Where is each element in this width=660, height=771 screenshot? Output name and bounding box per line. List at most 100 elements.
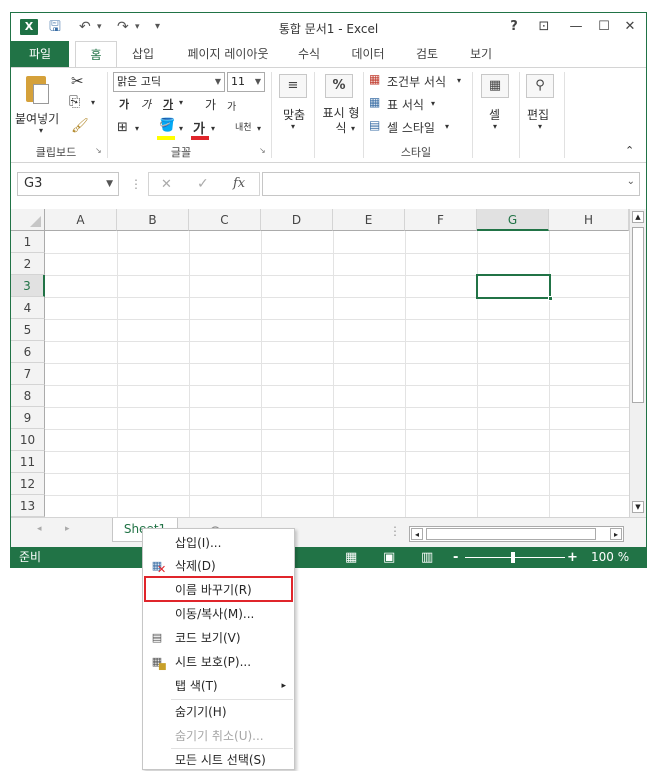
column-header-a[interactable]: A	[45, 209, 117, 231]
phonetic-button[interactable]: 내천	[235, 120, 252, 133]
alignment-button[interactable]: 맞춤	[283, 106, 305, 123]
row-header-6[interactable]: 6	[11, 341, 45, 363]
italic-button[interactable]: 가	[141, 96, 151, 112]
alignment-dropdown-icon[interactable]: ▾	[291, 122, 295, 131]
grow-font-button[interactable]: 가	[205, 96, 216, 113]
cells-dropdown-icon[interactable]: ▾	[493, 122, 497, 131]
fill-handle[interactable]	[548, 296, 553, 301]
cells-button[interactable]: 셀	[489, 106, 500, 123]
fill-color-dropdown-icon[interactable]: ▾	[179, 124, 183, 133]
horizontal-scrollbar[interactable]: ◂ ▸	[409, 526, 624, 542]
horizontal-scroll-thumb[interactable]	[426, 528, 596, 540]
bold-button[interactable]: 가	[119, 96, 129, 112]
tab-view[interactable]: 보기	[461, 41, 501, 67]
cut-icon[interactable]: ✂	[71, 72, 84, 90]
scroll-right-icon[interactable]: ▸	[610, 528, 622, 540]
font-color-button[interactable]: 가	[193, 118, 205, 137]
row-header-9[interactable]: 9	[11, 407, 45, 429]
font-name-combo[interactable]: 맑은 고딕 ▼	[113, 72, 225, 92]
underline-dropdown-icon[interactable]: ▾	[179, 98, 183, 107]
enter-icon[interactable]: ✓	[197, 176, 209, 192]
font-color-dropdown-icon[interactable]: ▾	[211, 124, 215, 133]
number-format-icon[interactable]: %	[325, 74, 353, 98]
zoom-in-icon[interactable]: +	[567, 547, 578, 567]
cell-styles-dropdown-icon[interactable]: ▾	[445, 122, 449, 131]
conditional-formatting-icon[interactable]: ▦	[369, 72, 380, 86]
row-header-7[interactable]: 7	[11, 363, 45, 385]
normal-view-icon[interactable]: ▦	[345, 547, 357, 567]
alignment-icon[interactable]: ≡	[279, 74, 307, 98]
previous-sheet-icon[interactable]: ◂	[37, 524, 42, 534]
zoom-slider-thumb[interactable]	[511, 552, 515, 563]
menu-item-view-code[interactable]: ▤ 코드 보기(V)	[143, 627, 294, 649]
conditional-formatting-button[interactable]: 조건부 서식	[387, 73, 446, 90]
number-format-button[interactable]: 표시 형식	[319, 106, 363, 136]
collapse-ribbon-icon[interactable]: ⌃	[625, 144, 634, 157]
column-header-h[interactable]: H	[549, 209, 629, 231]
row-header-4[interactable]: 4	[11, 297, 45, 319]
scroll-down-icon[interactable]: ▼	[632, 501, 644, 513]
row-header-12[interactable]: 12	[11, 473, 45, 495]
chevron-down-icon[interactable]: ▼	[106, 173, 113, 195]
row-header-1[interactable]: 1	[11, 231, 45, 253]
page-layout-view-icon[interactable]: ▣	[383, 547, 395, 567]
row-header-11[interactable]: 11	[11, 451, 45, 473]
font-dialog-launcher-icon[interactable]: ↘	[259, 146, 266, 155]
cancel-icon[interactable]: ✕	[161, 177, 172, 192]
tab-file[interactable]: 파일	[11, 41, 69, 67]
zoom-out-icon[interactable]: -	[453, 547, 458, 567]
tab-insert[interactable]: 삽입	[123, 41, 163, 67]
zoom-slider[interactable]	[465, 557, 565, 558]
row-header-5[interactable]: 5	[11, 319, 45, 341]
format-painter-icon[interactable]: 🖌	[71, 118, 89, 134]
format-as-table-icon[interactable]: ▦	[369, 95, 380, 109]
row-header-2[interactable]: 2	[11, 253, 45, 275]
ribbon-display-options-button[interactable]: ⊡	[531, 17, 557, 37]
row-header-3[interactable]: 3	[11, 275, 45, 297]
column-header-e[interactable]: E	[333, 209, 405, 231]
cell-styles-icon[interactable]: ▤	[369, 118, 380, 132]
tab-page-layout[interactable]: 페이지 레이아웃	[173, 41, 283, 67]
select-all-corner[interactable]	[11, 209, 45, 231]
menu-item-protect-sheet[interactable]: ▦ ■ 시트 보호(P)...	[143, 651, 294, 673]
tab-data[interactable]: 데이터	[343, 41, 393, 67]
editing-dropdown-icon[interactable]: ▾	[538, 122, 542, 131]
tab-formulas[interactable]: 수식	[289, 41, 329, 67]
menu-item-tab-color[interactable]: 탭 색(T) ▸	[143, 675, 294, 697]
help-button[interactable]: ?	[501, 17, 527, 37]
minimize-button[interactable]: —	[563, 17, 589, 37]
borders-dropdown-icon[interactable]: ▾	[135, 124, 139, 133]
paste-dropdown-icon[interactable]: ▾	[39, 126, 43, 135]
zoom-level[interactable]: 100 %	[591, 547, 629, 567]
phonetic-dropdown-icon[interactable]: ▾	[257, 124, 261, 133]
paste-icon[interactable]	[23, 74, 51, 106]
column-header-f[interactable]: F	[405, 209, 477, 231]
formula-input[interactable]: ⌄	[262, 172, 640, 196]
copy-dropdown-icon[interactable]: ▾	[91, 98, 95, 107]
clipboard-dialog-launcher-icon[interactable]: ↘	[95, 146, 102, 155]
maximize-button[interactable]: ☐	[591, 17, 617, 37]
menu-item-move-copy[interactable]: 이동/복사(M)...	[143, 603, 294, 625]
menu-item-hide[interactable]: 숨기기(H)	[143, 701, 294, 723]
row-header-13[interactable]: 13	[11, 495, 45, 517]
menu-item-select-all-sheets[interactable]: 모든 시트 선택(S)	[143, 749, 294, 771]
column-header-c[interactable]: C	[189, 209, 261, 231]
tab-split-grip-icon[interactable]: ⋮	[389, 524, 401, 538]
vertical-scroll-thumb[interactable]	[632, 227, 644, 403]
tab-review[interactable]: 검토	[407, 41, 447, 67]
fill-color-icon[interactable]: 🪣	[159, 118, 175, 133]
cells-icon[interactable]: ▦	[481, 74, 509, 98]
worksheet-grid[interactable]: A B C D E F G H 1 2 3 4 5 6 7 8 9 10 11 …	[11, 209, 629, 517]
page-break-preview-icon[interactable]: ▥	[421, 547, 433, 567]
close-button[interactable]: ✕	[617, 17, 643, 37]
borders-icon[interactable]: ⊞	[117, 120, 128, 135]
underline-button[interactable]: 가	[163, 96, 173, 112]
shrink-font-button[interactable]: 가	[227, 98, 236, 113]
paste-button[interactable]: 붙여넣기	[15, 110, 59, 127]
row-header-8[interactable]: 8	[11, 385, 45, 407]
row-header-10[interactable]: 10	[11, 429, 45, 451]
number-format-dropdown-icon[interactable]: ▾	[351, 124, 355, 133]
column-header-d[interactable]: D	[261, 209, 333, 231]
column-header-g[interactable]: G	[477, 209, 549, 231]
menu-item-insert[interactable]: 삽입(I)...	[143, 532, 294, 554]
